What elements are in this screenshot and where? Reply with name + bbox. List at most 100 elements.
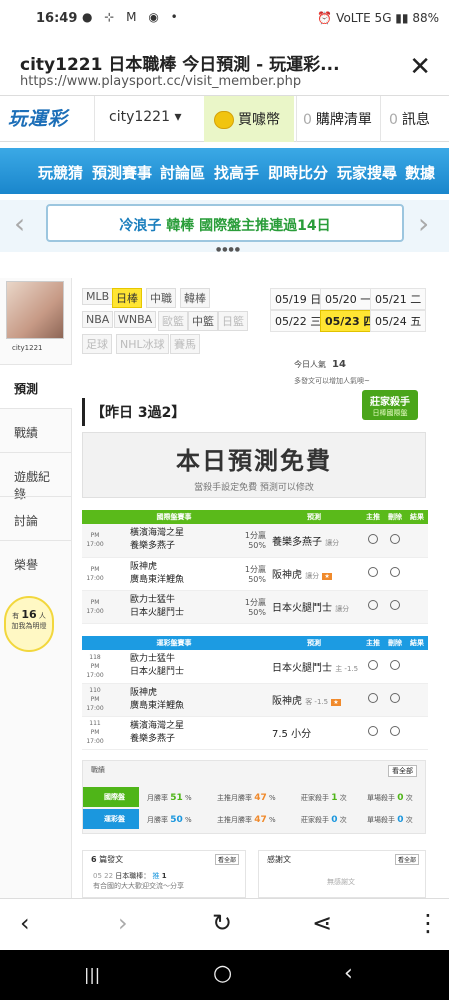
main-pick-radio[interactable] [368,659,378,670]
user-menu[interactable]: city1221 ▾ [94,96,204,142]
league-tag[interactable]: NHL冰球 [116,334,169,354]
cart-link[interactable]: 0 購牌清單 [296,96,380,142]
main-pick-radio[interactable] [368,726,378,736]
league-tag[interactable]: MLB [82,288,114,305]
main-rate-label: 主推月勝率 [217,816,252,824]
home-team: 歐力士猛牛 [130,594,176,605]
league-tag[interactable]: NBA [82,311,114,328]
date-tab[interactable]: 05/22 三 [270,310,327,332]
away-team: 廣島東洋鯉魚 [130,574,185,585]
status-bar: 16:49 ● ⊹ M ◉ • ⏰ VoLTE 5G ▮▮ 88% [0,0,449,38]
free-banner: 本日預測免費 當殺手設定免費 預測可以修改 [82,432,426,498]
menu-item[interactable]: 預測賽事 [92,162,152,183]
site-logo[interactable]: 玩運彩 [8,104,68,131]
share-icon[interactable]: ⋖ [312,909,332,937]
system-back-icon[interactable]: ‹ [344,961,353,986]
main-pick-radio[interactable] [368,600,378,610]
view-all-thanks-button[interactable]: 看全部 [394,854,419,865]
notice-carousel: ‹ 冷浪子 韓棒 國際盤主推連過14日 › ●●●● [0,200,449,253]
menu-item[interactable]: 找高手 [214,162,259,183]
recent-apps-icon[interactable]: ||| [84,965,100,984]
date-tab[interactable]: 05/20 一 [320,288,377,310]
sidebar-item-game-log[interactable]: 遊戲紀錄 [0,452,72,501]
league-tag-selected[interactable]: 日棒 [112,288,142,308]
date-tab[interactable]: 05/24 五 [370,310,427,332]
home-icon[interactable]: ○ [213,961,232,986]
next-arrow-icon[interactable]: › [418,207,429,240]
sidebar-item-honor[interactable]: 榮譽 [0,540,72,584]
table-row: PM 17:00 歐力士猛牛 日本火腿鬥士 1分贏50% 日本火腿鬥士 讓分 [82,590,428,624]
follow-bulb-button[interactable]: 有 16 人 加我為明燈 [4,596,54,652]
delete-radio[interactable] [390,693,400,703]
league-tag[interactable]: 韓棒 [180,288,210,308]
prediction: 阪神虎 [272,570,302,581]
view-all-posts-button[interactable]: 看全部 [214,854,239,865]
popularity-value: 14 [332,359,346,370]
menu-item[interactable]: 玩家搜尋 [337,162,397,183]
menu-item[interactable]: 討論區 [160,162,205,183]
league-tag[interactable]: 中職 [146,288,176,308]
league-tag[interactable]: 日籃 [218,311,248,331]
view-all-record-button[interactable]: 看全部 [388,765,417,777]
prediction: 阪神虎 [272,696,302,707]
avatar[interactable] [6,281,64,339]
buy-coin-label: 買噱幣 [238,112,280,128]
win-rate-label: 月勝率 [147,794,168,802]
free-subtitle: 當殺手設定免費 預測可以修改 [194,483,314,493]
delete-radio[interactable] [390,600,400,610]
sidebar-item-discussion[interactable]: 討論 [0,496,72,540]
date-tab[interactable]: 05/19 日 [270,288,327,310]
buy-coin-button[interactable]: 買噱幣 [204,96,294,142]
game-time: PM 17:00 [82,557,108,591]
post-item[interactable]: 05 22 日本職棒： 推 1 有合國的大大歡迎交流～分享 [93,871,184,891]
away-team: 養樂多燕子 [130,733,176,744]
menu-item[interactable]: 即時比分 [268,162,328,183]
away-team: 廣島東洋鯉魚 [130,700,185,711]
cart-label: 購牌清單 [315,112,372,128]
messages-label: 訊息 [401,112,430,128]
messages-link[interactable]: 0 訊息 [380,96,449,142]
win-rate-label: 月勝率 [147,816,168,824]
delete-radio[interactable] [390,533,400,544]
single-value: 0 [397,815,404,825]
prediction-type: 讓分 [335,605,350,613]
league-tag[interactable]: 中籃 [188,311,218,331]
game-time: PM 17:00 [86,696,104,712]
record-label: 運彩盤 [83,809,139,829]
league-tag[interactable]: 賽馬 [170,334,200,354]
back-icon[interactable]: ‹ [20,909,30,937]
delete-radio[interactable] [390,567,400,577]
main-pick-flag: ★ [322,573,332,580]
game-number: 111 [89,720,101,727]
sidebar-item-record[interactable]: 戰績 [0,408,72,452]
league-tag[interactable]: WNBA [114,311,157,328]
date-tab[interactable]: 05/21 二 [370,288,427,310]
menu-item[interactable]: 玩競猜 [38,162,83,183]
main-pick-radio[interactable] [368,533,378,544]
notice-box[interactable]: 冷浪子 韓棒 國際盤主推連過14日 [46,204,404,242]
free-title: 本日預測免費 [176,447,332,475]
menu-item[interactable]: 數據 [405,162,435,183]
away-team: 日本火腿鬥士 [130,667,185,678]
table-header: 結果 [406,510,428,524]
delete-radio[interactable] [390,726,400,736]
notice-name: 冷浪子 [119,218,162,234]
prev-arrow-icon[interactable]: ‹ [14,207,25,240]
forward-icon[interactable]: › [118,909,128,937]
notice-text: 韓棒 國際盤主推連過14日 [166,218,331,234]
reload-icon[interactable]: ↻ [212,909,232,937]
killer-label: 莊家殺手 [301,794,329,802]
delete-radio[interactable] [390,659,400,670]
main-rate-value: 47 [254,793,267,803]
sidebar-item-predict[interactable]: 預測 [0,364,72,408]
main-pick-radio[interactable] [368,693,378,703]
killer-label: 莊家殺手 [301,816,329,824]
main-pick-radio[interactable] [368,567,378,577]
bulb-count: 16 [21,608,37,621]
league-tag[interactable]: 歐籃 [158,311,188,331]
more-icon[interactable]: ⋮ [416,909,440,937]
site-top-nav: 玩運彩 city1221 ▾ 買噱幣 0 購牌清單 0 訊息 [0,96,449,142]
close-icon[interactable]: ✕ [409,52,431,82]
league-tag[interactable]: 足球 [82,334,112,354]
home-team: 阪神虎 [130,561,158,572]
